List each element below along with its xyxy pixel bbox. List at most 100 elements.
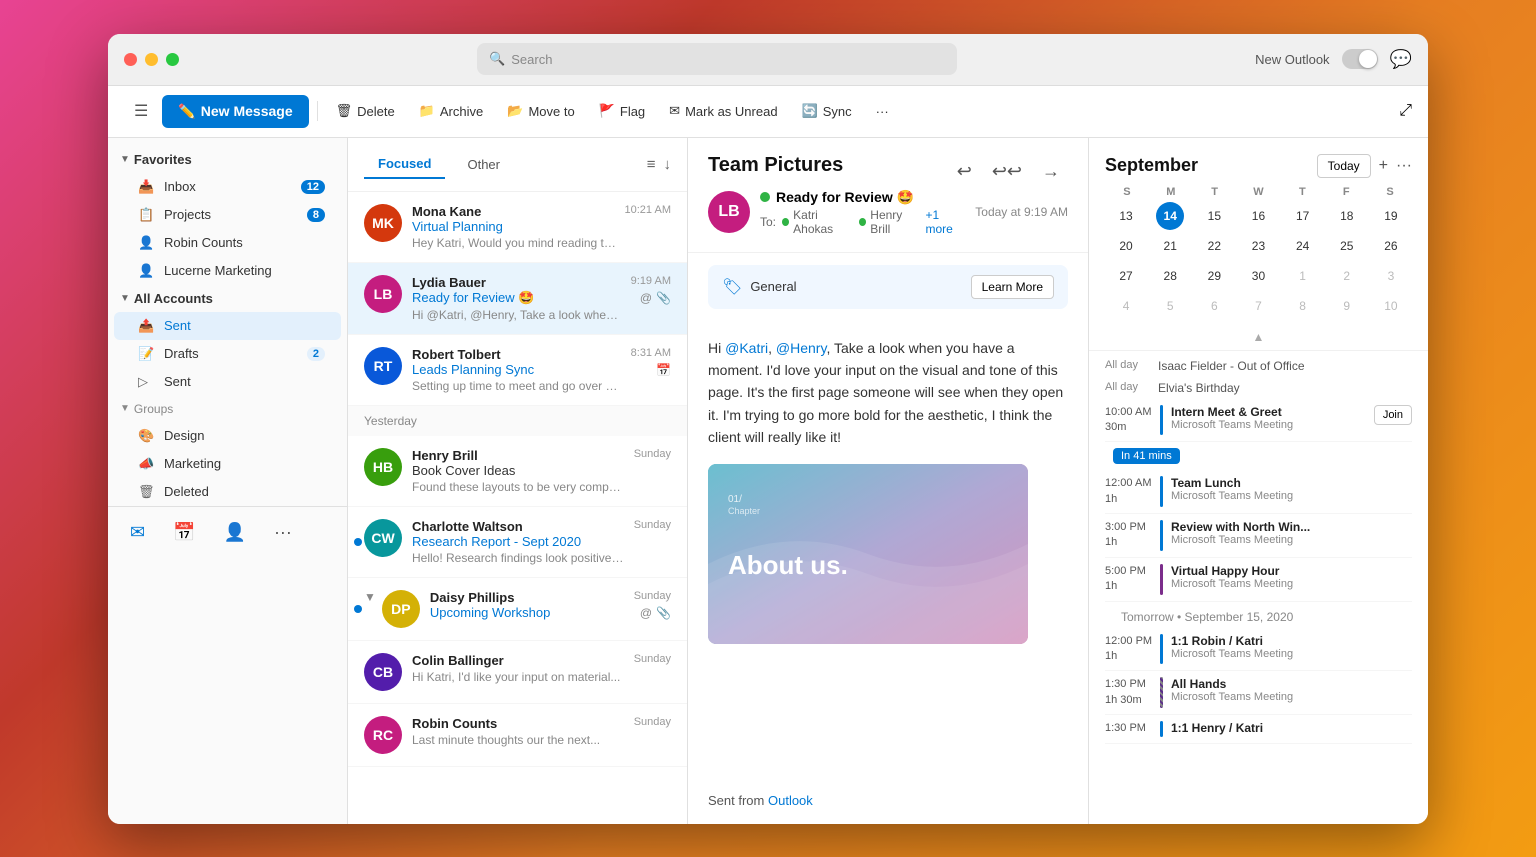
maximize-button[interactable]: [166, 53, 179, 66]
cal-day[interactable]: 7: [1244, 292, 1272, 320]
cal-day[interactable]: 3: [1377, 262, 1405, 290]
cal-day[interactable]: 6: [1200, 292, 1228, 320]
sync-button[interactable]: 🔄 Sync: [792, 97, 862, 125]
cal-day[interactable]: 30: [1244, 262, 1272, 290]
cal-event[interactable]: 5:00 PM1h Virtual Happy Hour Microsoft T…: [1105, 558, 1412, 602]
filter-icon[interactable]: ≡: [647, 156, 656, 173]
cal-day[interactable]: 13: [1112, 202, 1140, 230]
email-item[interactable]: HB Henry Brill Book Cover Ideas Found th…: [348, 436, 687, 507]
cal-day[interactable]: 24: [1289, 232, 1317, 260]
new-outlook-toggle[interactable]: [1342, 49, 1378, 69]
cal-day[interactable]: 23: [1244, 232, 1272, 260]
outlook-link[interactable]: Outlook: [768, 793, 813, 808]
attachment-icon: 📎: [656, 291, 671, 305]
join-button[interactable]: Join: [1374, 405, 1412, 425]
sidebar-item-sent[interactable]: 📤 Sent: [114, 312, 341, 340]
cal-day[interactable]: 1: [1289, 262, 1317, 290]
reading-pane: Team Pictures ↩ ↩↩ → LB Ready for Review…: [688, 138, 1088, 824]
all-accounts-section[interactable]: ▼ All Accounts: [108, 285, 347, 312]
learn-more-button[interactable]: Learn More: [971, 275, 1054, 299]
move-to-button[interactable]: 📂 Move to: [497, 97, 584, 125]
cal-day[interactable]: 10: [1377, 292, 1405, 320]
cal-header-actions: + ···: [1379, 157, 1412, 175]
cal-day[interactable]: 9: [1333, 292, 1361, 320]
cal-day[interactable]: 22: [1200, 232, 1228, 260]
cal-day[interactable]: 20: [1112, 232, 1140, 260]
sort-icon[interactable]: ↓: [664, 156, 672, 173]
cal-collapse-btn[interactable]: ▲: [1089, 328, 1428, 346]
calendar-nav-button[interactable]: 📅: [167, 516, 201, 549]
close-button[interactable]: [124, 53, 137, 66]
email-item[interactable]: RC Robin Counts Last minute thoughts our…: [348, 704, 687, 767]
groups-section[interactable]: ▼ Groups: [108, 396, 347, 422]
minimize-button[interactable]: [145, 53, 158, 66]
hamburger-button[interactable]: ☰: [124, 95, 158, 127]
cal-event[interactable]: 3:00 PM1h Review with North Win... Micro…: [1105, 514, 1412, 558]
cal-event[interactable]: 12:00 AM1h Team Lunch Microsoft Teams Me…: [1105, 470, 1412, 514]
cal-event[interactable]: 12:00 PM1h 1:1 Robin / Katri Microsoft T…: [1105, 628, 1412, 672]
sidebar-item-lucerne[interactable]: 👤 Lucerne Marketing: [114, 257, 341, 285]
more-recipients[interactable]: +1 more: [926, 208, 966, 236]
email-item[interactable]: CB Colin Ballinger Hi Katri, I'd like yo…: [348, 641, 687, 704]
mention-henry[interactable]: @Henry: [776, 340, 827, 356]
flag-button[interactable]: 🚩 Flag: [589, 97, 655, 125]
cal-day[interactable]: 28: [1156, 262, 1184, 290]
cal-day-today[interactable]: 14: [1156, 202, 1184, 230]
collapse-toggle[interactable]: ▼: [364, 590, 376, 604]
cal-day[interactable]: 19: [1377, 202, 1405, 230]
more-nav-button[interactable]: ···: [268, 516, 298, 549]
favorites-section[interactable]: ▼ Favorites: [108, 146, 347, 173]
cal-day[interactable]: 27: [1112, 262, 1140, 290]
search-bar[interactable]: 🔍 Search: [477, 43, 957, 75]
sidebar-item-robin[interactable]: 👤 Robin Counts: [114, 229, 341, 257]
email-item[interactable]: CW Charlotte Waltson Research Report - S…: [348, 507, 687, 578]
new-message-button[interactable]: ✏️ New Message: [162, 95, 308, 128]
add-event-button[interactable]: +: [1379, 157, 1388, 175]
sidebar-item-projects[interactable]: 📋 Projects 8: [114, 201, 341, 229]
forward-button[interactable]: →: [1034, 157, 1068, 186]
cal-day[interactable]: 21: [1156, 232, 1184, 260]
chat-icon[interactable]: 💬: [1390, 49, 1412, 70]
flag-icon: 🚩: [599, 103, 615, 119]
cal-event[interactable]: 10:00 AM30m Intern Meet & Greet Microsof…: [1105, 399, 1412, 443]
mention-katri[interactable]: @Katri: [725, 340, 768, 356]
sidebar-item-design[interactable]: 🎨 Design: [114, 422, 341, 450]
cal-day[interactable]: 8: [1289, 292, 1317, 320]
cal-day[interactable]: 2: [1333, 262, 1361, 290]
cal-day[interactable]: 26: [1377, 232, 1405, 260]
tab-other[interactable]: Other: [453, 151, 514, 178]
cal-day[interactable]: 17: [1289, 202, 1317, 230]
cal-day[interactable]: 15: [1200, 202, 1228, 230]
reply-button[interactable]: ↩: [949, 157, 980, 186]
delete-button[interactable]: 🗑 Delete: [326, 97, 405, 125]
email-item[interactable]: ▼ DP Daisy Phillips Upcoming Workshop Su…: [348, 578, 687, 641]
cal-more-button[interactable]: ···: [1396, 157, 1412, 175]
cal-event[interactable]: 1:30 PM 1:1 Henry / Katri: [1105, 715, 1412, 743]
cal-event[interactable]: 1:30 PM1h 30m All Hands Microsoft Teams …: [1105, 671, 1412, 715]
mail-nav-button[interactable]: ✉: [124, 516, 151, 549]
cal-day[interactable]: 16: [1244, 202, 1272, 230]
email-item[interactable]: MK Mona Kane Virtual Planning Hey Katri,…: [348, 192, 687, 263]
email-item[interactable]: RT Robert Tolbert Leads Planning Sync Se…: [348, 335, 687, 406]
archive-button[interactable]: 📁 Archive: [409, 97, 494, 125]
today-button[interactable]: Today: [1317, 154, 1371, 178]
people-nav-button[interactable]: 👤: [218, 516, 252, 549]
cal-day[interactable]: 5: [1156, 292, 1184, 320]
email-item[interactable]: LB Lydia Bauer Ready for Review 🤩 Hi @Ka…: [348, 263, 687, 335]
cal-day[interactable]: 25: [1333, 232, 1361, 260]
tab-focused[interactable]: Focused: [364, 150, 445, 179]
reply-all-button[interactable]: ↩↩: [984, 157, 1030, 186]
mark-unread-button[interactable]: ✉ Mark as Unread: [659, 97, 787, 125]
cal-day[interactable]: 29: [1200, 262, 1228, 290]
sidebar-item-inbox[interactable]: 📥 Inbox 12: [114, 173, 341, 201]
email-content: Charlotte Waltson Research Report - Sept…: [412, 519, 626, 565]
sidebar-item-marketing[interactable]: 📣 Marketing: [114, 450, 341, 478]
cal-day[interactable]: 18: [1333, 202, 1361, 230]
expand-icon[interactable]: ⤢: [1399, 102, 1412, 120]
sidebar-item-drafts[interactable]: 📝 Drafts 2: [114, 340, 341, 368]
inbox-label: Inbox: [164, 179, 196, 194]
sidebar-item-deleted[interactable]: 🗑 Deleted: [114, 478, 341, 506]
more-toolbar-button[interactable]: ···: [866, 98, 899, 125]
sidebar-item-sent-sub[interactable]: ▷ Sent: [114, 368, 341, 396]
cal-day[interactable]: 4: [1112, 292, 1140, 320]
